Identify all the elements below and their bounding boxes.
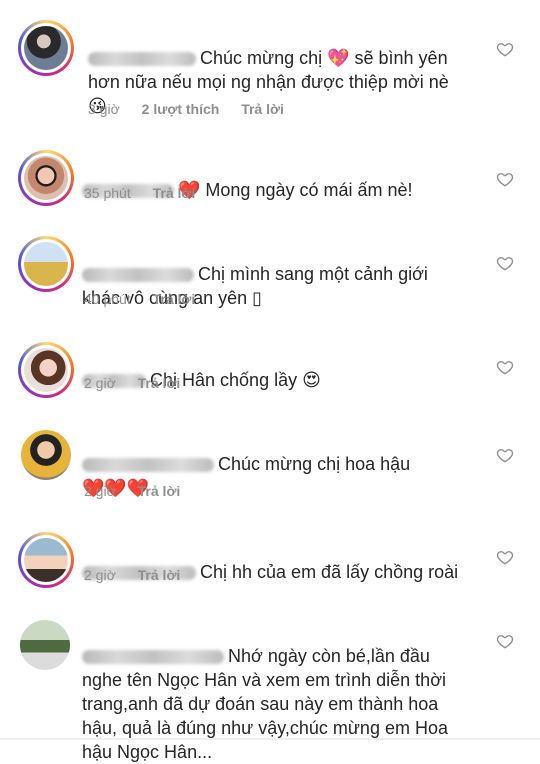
- comment-meta: 35 phút Trả lời: [84, 184, 213, 202]
- reply-button[interactable]: Trả lời: [138, 375, 181, 391]
- comment-meta: 2 giờ Trả lời: [84, 482, 198, 500]
- blurred-username[interactable]: [88, 52, 196, 67]
- comment-text: Nhớ ngày còn bé,lần đầu nghe tên Ngọc Hâ…: [82, 646, 448, 762]
- heart-outline-icon[interactable]: [496, 446, 514, 464]
- avatar[interactable]: [18, 20, 74, 76]
- blurred-username[interactable]: [82, 650, 224, 665]
- heart-outline-icon[interactable]: [496, 358, 514, 376]
- blurred-username[interactable]: [82, 268, 194, 283]
- comment-time: 2 giờ: [84, 567, 116, 583]
- reply-button[interactable]: Trả lời: [138, 483, 181, 499]
- likes-count-link[interactable]: 2 lượt thích: [142, 101, 220, 117]
- reply-button[interactable]: Trả lời: [241, 101, 284, 117]
- comment-meta: 2 giờ Trả lời: [84, 374, 198, 392]
- avatar[interactable]: [18, 236, 74, 292]
- comment-time: 2 giờ: [84, 375, 116, 391]
- avatar[interactable]: [18, 150, 74, 206]
- heart-outline-icon[interactable]: [496, 632, 514, 650]
- reply-button[interactable]: Trả lời: [138, 567, 181, 583]
- heart-outline-icon[interactable]: [496, 40, 514, 58]
- heart-outline-icon[interactable]: [496, 254, 514, 272]
- comment-time: 40 phút: [84, 291, 131, 307]
- avatar[interactable]: [20, 620, 70, 670]
- comment-meta: 3 giờ 2 lượt thích Trả lời: [88, 100, 302, 118]
- comment-time: 35 phút: [84, 185, 131, 201]
- reply-button[interactable]: Trả lời: [153, 185, 196, 201]
- blurred-username[interactable]: [82, 458, 214, 473]
- divider: [0, 738, 540, 740]
- avatar[interactable]: [18, 342, 74, 398]
- avatar[interactable]: [18, 532, 74, 588]
- reply-button[interactable]: Trả lời: [153, 291, 196, 307]
- comment-meta: 40 phút Trả lời: [84, 290, 213, 308]
- comment-time: 2 giờ: [84, 483, 116, 499]
- comment-time: 3 giờ: [88, 101, 120, 117]
- avatar[interactable]: [21, 430, 71, 480]
- heart-outline-icon[interactable]: [496, 170, 514, 188]
- comment-meta: 2 giờ Trả lời: [84, 566, 198, 584]
- heart-outline-icon[interactable]: [496, 548, 514, 566]
